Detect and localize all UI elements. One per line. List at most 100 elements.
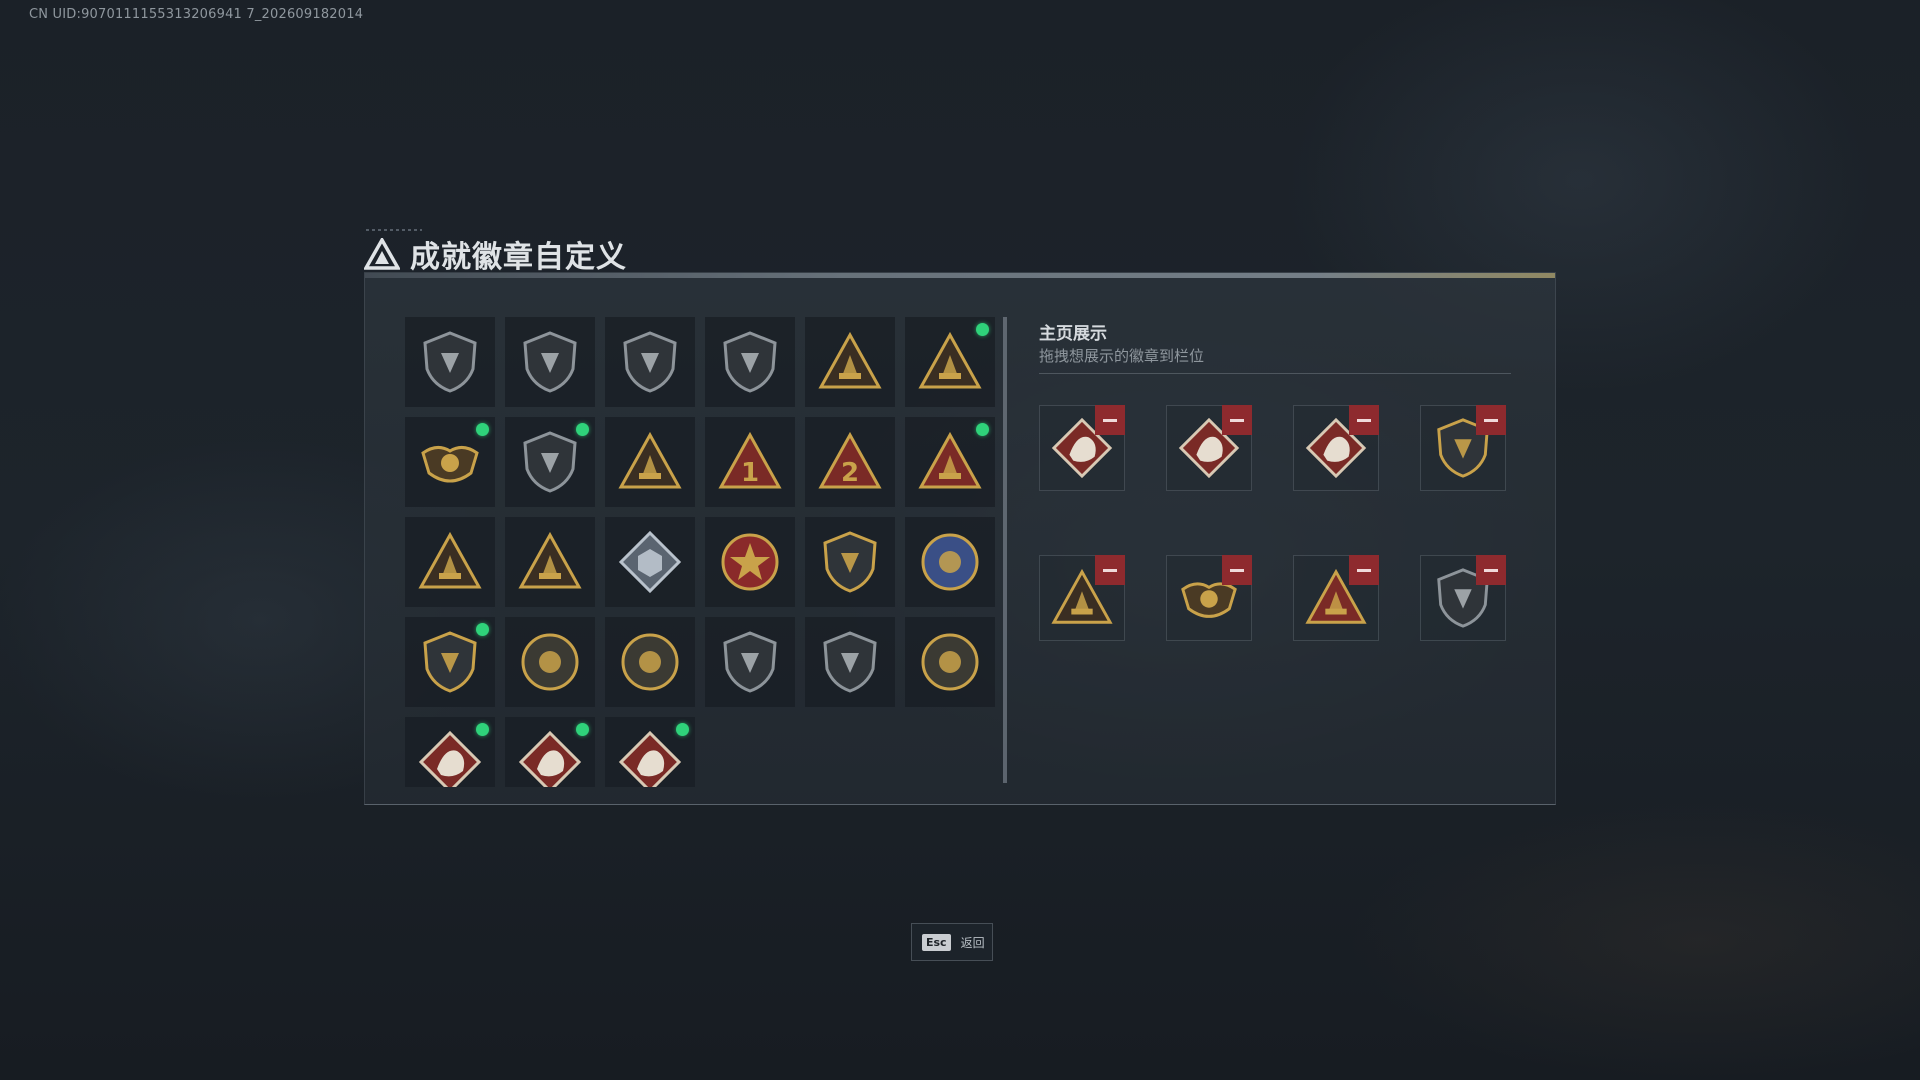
badge-cell[interactable] [505, 417, 595, 507]
badge-cell[interactable] [405, 617, 495, 707]
svg-text:1: 1 [741, 458, 759, 488]
rifle-shield-badge-icon [723, 631, 777, 693]
badge-cell[interactable] [605, 717, 695, 787]
sniper-round-badge-icon [621, 633, 679, 691]
minus-icon [1357, 418, 1371, 422]
page-title: 成就徽章自定义 [410, 240, 627, 275]
showcase-slot[interactable] [1039, 555, 1125, 641]
badge-cell[interactable]: 2 [805, 417, 895, 507]
new-indicator-dot [676, 723, 689, 736]
showcase-subtitle: 拖拽想展示的徽章到栏位 [1039, 347, 1205, 365]
blue-shield-badge-icon [921, 533, 979, 591]
rifle-shield-dark-badge-icon [823, 631, 877, 693]
turret-triangle-badge-icon [918, 331, 982, 389]
badge-cell[interactable] [705, 317, 795, 407]
remove-badge-button[interactable] [1222, 405, 1252, 435]
number-two-triangle-badge-icon: 2 [818, 431, 882, 489]
badge-cell[interactable] [605, 317, 695, 407]
helicopter-shield-badge-icon [523, 331, 577, 393]
panel-header: 成就徽章自定义 [364, 232, 627, 276]
remove-badge-button[interactable] [1476, 555, 1506, 585]
badge-grid-scrollbar[interactable] [1003, 317, 1007, 783]
uid-label: CN UID:9070111155313206941 7_20260918201… [29, 7, 364, 22]
badge-cell[interactable] [405, 417, 495, 507]
showcase-slot[interactable] [1166, 555, 1252, 641]
arrow-shield-badge-icon [723, 331, 777, 393]
squad-triangle-badge-icon [518, 531, 582, 589]
wolf-diamond-badge-icon [418, 730, 482, 787]
badge-cell[interactable] [605, 617, 695, 707]
remove-badge-button[interactable] [1222, 555, 1252, 585]
minus-icon [1230, 418, 1244, 422]
badge-cell[interactable] [505, 717, 595, 787]
badge-cell[interactable] [905, 617, 995, 707]
new-indicator-dot [476, 723, 489, 736]
showcase-slot[interactable] [1039, 405, 1125, 491]
title-decoration [366, 229, 422, 231]
shield-crest-badge-icon [823, 531, 877, 593]
badge-cell[interactable] [405, 317, 495, 407]
new-indicator-dot [976, 423, 989, 436]
badge-customize-panel: 12 主页展示 拖拽想展示的徽章到栏位 [364, 272, 1556, 805]
showcase-slot[interactable] [1293, 405, 1379, 491]
minus-icon [1230, 568, 1244, 572]
remove-badge-button[interactable] [1349, 405, 1379, 435]
showcase-slot[interactable] [1420, 405, 1506, 491]
star-medal-badge-icon [721, 533, 779, 591]
skull-round-badge-icon [521, 633, 579, 691]
new-indicator-dot [576, 423, 589, 436]
badge-cell[interactable] [505, 317, 595, 407]
back-label: 返回 [960, 935, 985, 950]
badge-cell[interactable] [605, 517, 695, 607]
crate-triangle-badge-icon [818, 331, 882, 389]
badge-cell[interactable] [905, 517, 995, 607]
hooded-figure-badge-icon [523, 431, 577, 493]
minus-icon [1103, 418, 1117, 422]
back-button[interactable]: Esc 返回 [911, 923, 993, 961]
boat-triangle-badge-icon [618, 431, 682, 489]
showcase-divider [1039, 373, 1511, 374]
badge-cell[interactable] [905, 417, 995, 507]
svg-text:2: 2 [841, 458, 859, 488]
remove-badge-button[interactable] [1349, 555, 1379, 585]
minus-icon [1103, 568, 1117, 572]
badge-cell[interactable] [805, 517, 895, 607]
emblem-shield-badge-icon [623, 331, 677, 393]
badge-cell[interactable] [805, 617, 895, 707]
badge-cell[interactable] [405, 517, 495, 607]
showcase-title: 主页展示 [1039, 324, 1107, 344]
badge-cell[interactable] [705, 517, 795, 607]
new-indicator-dot [976, 323, 989, 336]
badge-cell[interactable] [905, 317, 995, 407]
new-indicator-dot [576, 723, 589, 736]
winged-skull-badge-icon [421, 446, 479, 483]
soldier-triangle-badge-icon [418, 531, 482, 589]
badge-cell[interactable] [405, 717, 495, 787]
badge-grid[interactable]: 12 [405, 317, 995, 787]
showcase-slot[interactable] [1293, 555, 1379, 641]
minus-icon [1484, 418, 1498, 422]
remove-badge-button[interactable] [1095, 405, 1125, 435]
gold-crest-badge-icon [921, 633, 979, 691]
showcase-slot[interactable] [1166, 405, 1252, 491]
remove-badge-button[interactable] [1095, 555, 1125, 585]
badge-cell[interactable] [605, 417, 695, 507]
badge-cell[interactable] [505, 617, 595, 707]
cube-diamond-badge-icon [618, 530, 682, 594]
badge-cell[interactable]: 1 [705, 417, 795, 507]
esc-key-icon: Esc [922, 933, 951, 951]
minus-icon [1357, 568, 1371, 572]
badge-cell[interactable] [805, 317, 895, 407]
runner-diamond-badge-icon [618, 730, 682, 787]
backpack-triangle-badge-icon [918, 431, 982, 489]
remove-badge-button[interactable] [1476, 405, 1506, 435]
delta-logo-icon [364, 238, 400, 270]
triangle-shield-badge-icon [423, 331, 477, 393]
panel-top-bar [365, 273, 1555, 278]
badge-cell[interactable] [505, 517, 595, 607]
minus-icon [1484, 568, 1498, 572]
lion-shield-badge-icon [423, 631, 477, 693]
showcase-slot[interactable] [1420, 555, 1506, 641]
new-indicator-dot [476, 423, 489, 436]
badge-cell[interactable] [705, 617, 795, 707]
